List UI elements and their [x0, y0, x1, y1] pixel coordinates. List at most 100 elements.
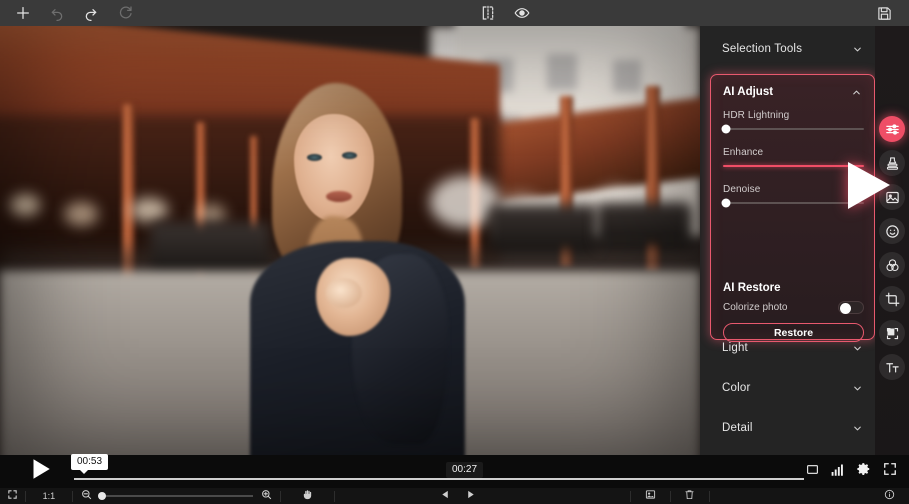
rail-item-adjust-sliders[interactable]	[879, 116, 905, 142]
fullscreen-toggle-icon	[806, 463, 819, 481]
add-button[interactable]	[6, 0, 40, 26]
color-wheel-icon	[885, 258, 900, 273]
app-root: Selection Tools AI Adjust HDR Lightning	[0, 0, 909, 504]
photo-canvas[interactable]	[0, 26, 700, 478]
fullscreen-button[interactable]	[877, 455, 903, 488]
redo-button[interactable]	[74, 0, 108, 26]
progress-track	[74, 478, 804, 480]
quality-bars-icon	[831, 463, 846, 481]
slider-track-enhance[interactable]	[723, 165, 864, 167]
reset-icon	[117, 5, 133, 21]
slider-track-denoise[interactable]	[721, 198, 864, 208]
section-label-selection-tools: Selection Tools	[722, 43, 803, 55]
chevron-down-icon	[852, 383, 863, 394]
undo-button[interactable]	[40, 0, 74, 26]
chevron-down-icon	[852, 343, 863, 354]
expand-icon	[883, 462, 897, 481]
fit-screen-button[interactable]	[0, 488, 25, 504]
slider-label-denoise: Denoise	[723, 184, 761, 195]
zoom-slider-track	[99, 495, 253, 497]
settings-button[interactable]	[851, 455, 877, 488]
quality-button[interactable]	[825, 455, 851, 488]
sidebar-item-light[interactable]: Light	[700, 337, 875, 359]
gear-icon	[857, 462, 871, 481]
prev-image-button[interactable]	[433, 488, 458, 504]
actual-size-label: 1:1	[42, 491, 56, 501]
top-toolbar	[0, 0, 909, 26]
rail-item-smiley[interactable]	[879, 218, 905, 244]
zoom-slider-thumb[interactable]	[97, 492, 106, 500]
smiley-icon	[885, 224, 900, 239]
rail-item-crop[interactable]	[879, 286, 905, 312]
tool-rail	[875, 26, 909, 478]
save-icon	[877, 6, 892, 21]
sidebar-item-detail[interactable]: Detail	[700, 417, 875, 439]
undo-icon	[49, 5, 65, 21]
next-image-icon	[465, 487, 476, 504]
slider-track-hdr-lightning[interactable]	[721, 124, 864, 134]
hand-tool-button[interactable]	[281, 488, 335, 504]
chevron-down-icon	[852, 423, 863, 434]
ai-adjust-title: AI Adjust	[723, 86, 774, 98]
player-controls-right	[799, 455, 903, 488]
chevron-up-icon[interactable]	[851, 87, 862, 98]
slider-thumb-denoise[interactable]	[721, 198, 731, 208]
colorize-photo-toggle[interactable]	[838, 301, 864, 314]
rail-item-color-wheel[interactable]	[879, 252, 905, 278]
preview-button[interactable]	[505, 0, 539, 26]
reset-button[interactable]	[108, 0, 142, 26]
zoom-in-button[interactable]	[253, 488, 280, 504]
crop-icon	[885, 292, 900, 307]
ai-adjust-header[interactable]: AI Adjust	[711, 80, 874, 104]
actual-size-button[interactable]: 1:1	[26, 488, 72, 504]
zoom-out-button[interactable]	[73, 488, 100, 504]
zoom-out-icon	[81, 487, 92, 504]
zoom-slider[interactable]	[97, 488, 253, 504]
slider-enhance[interactable]: Enhance	[723, 147, 864, 167]
colorize-photo-label: Colorize photo	[723, 302, 788, 313]
sidebar-item-selection-tools[interactable]: Selection Tools	[700, 38, 875, 60]
slider-denoise[interactable]: Denoise	[721, 184, 864, 208]
progress-bar[interactable]	[74, 476, 804, 482]
text-icon	[885, 360, 900, 375]
prev-image-icon	[440, 487, 451, 504]
play-button[interactable]	[14, 456, 66, 487]
info-button[interactable]	[871, 488, 909, 504]
rail-item-resize[interactable]	[879, 320, 905, 346]
next-image-button[interactable]	[458, 488, 483, 504]
theater-mode-button[interactable]	[799, 455, 825, 488]
rail-item-text[interactable]	[879, 354, 905, 380]
photo-vignette	[0, 26, 700, 478]
time-tooltip-left: 00:53	[71, 454, 109, 474]
thumbnail-icon	[645, 487, 656, 504]
ai-restore-title: AI Restore	[723, 282, 781, 294]
video-player-bar: 00:53 00:27	[0, 454, 909, 488]
chevron-down-icon	[852, 44, 863, 55]
resize-icon	[885, 326, 900, 341]
slider-hdr-lightning[interactable]: HDR Lightning	[721, 110, 864, 134]
toggle-knob	[840, 303, 851, 314]
slider-label-enhance: Enhance	[723, 147, 764, 158]
compare-split-button[interactable]	[471, 0, 505, 26]
eye-preview-icon	[514, 5, 530, 21]
delete-button[interactable]	[670, 488, 708, 504]
fit-screen-icon	[7, 487, 18, 504]
slider-thumb-hdr-lightning[interactable]	[721, 124, 731, 134]
add-icon	[15, 5, 31, 21]
sidebar-item-color[interactable]: Color	[700, 377, 875, 399]
colorize-photo-row[interactable]: Colorize photo	[723, 301, 864, 314]
redo-icon	[83, 5, 99, 21]
info-icon	[884, 487, 895, 504]
section-label-light: Light	[722, 342, 748, 354]
thumbnail-button[interactable]	[631, 488, 669, 504]
compare-split-icon	[480, 5, 496, 21]
section-label-color: Color	[722, 382, 751, 394]
hand-tool-icon	[302, 487, 313, 504]
play-icon	[27, 456, 53, 487]
save-button[interactable]	[867, 0, 901, 26]
adjust-sliders-icon	[885, 122, 900, 137]
bottom-toolbar: 1:1	[0, 488, 909, 504]
trash-icon	[684, 487, 695, 504]
section-label-detail: Detail	[722, 422, 753, 434]
zoom-in-icon	[261, 487, 272, 504]
